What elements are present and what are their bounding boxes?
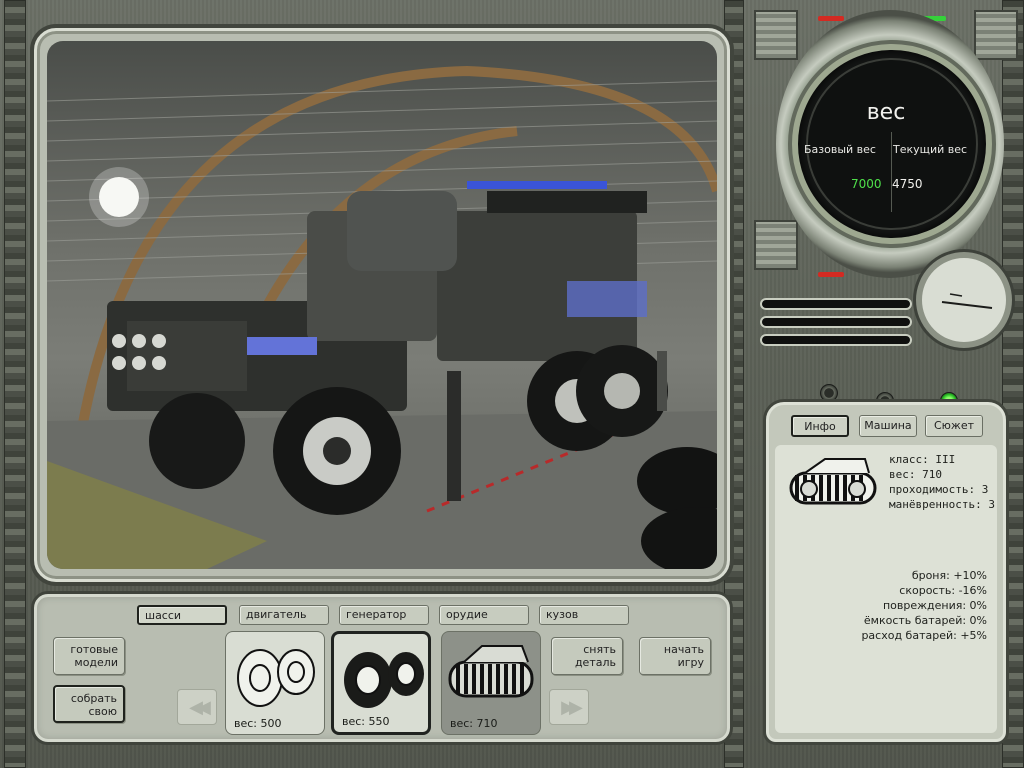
left-rail bbox=[4, 0, 26, 768]
current-weight-label: Текущий вес bbox=[893, 143, 968, 156]
info-panel: Инфо Машина Сюжет класс: III вес: 710 пр… bbox=[766, 402, 1006, 742]
tracks-icon bbox=[789, 458, 877, 505]
mod-battery-drain: расход батарей: +5% bbox=[861, 629, 987, 642]
tab-chassis[interactable]: шасси bbox=[137, 605, 227, 625]
tab-info[interactable]: Инфо bbox=[791, 415, 849, 437]
mod-damage: повреждения: 0% bbox=[882, 599, 987, 612]
tab-story[interactable]: Сюжет bbox=[925, 415, 983, 437]
scroll-left-button[interactable]: ◀◀ bbox=[177, 689, 217, 725]
weight-gauge-panel: вес Базовый вес Текущий вес 7000 4750 bbox=[748, 0, 1024, 288]
wheels-icon bbox=[237, 649, 315, 707]
scroll-right-button[interactable]: ▶▶ bbox=[549, 689, 589, 725]
game-screen: вес Базовый вес Текущий вес 7000 4750 Ин… bbox=[0, 0, 1024, 768]
current-weight-value: 4750 bbox=[892, 177, 923, 191]
vent-grille bbox=[754, 220, 798, 270]
button-label: снять bbox=[583, 643, 616, 656]
gauge-title: вес bbox=[866, 100, 906, 125]
part-weight: вес: 500 bbox=[234, 717, 282, 730]
button-label: модели bbox=[74, 656, 118, 669]
button-label: свою bbox=[88, 705, 117, 718]
spec-class: класс: III bbox=[889, 453, 956, 466]
vehicle-viewport bbox=[34, 28, 730, 582]
part-card[interactable]: вес: 500 bbox=[225, 631, 325, 735]
tab-engine[interactable]: двигатель bbox=[239, 605, 329, 625]
mod-speed: скорость: -16% bbox=[899, 584, 987, 597]
mod-armor: броня: +10% bbox=[911, 569, 987, 582]
vent-grille bbox=[974, 10, 1018, 60]
dial-needle-icon bbox=[941, 293, 993, 309]
part-card[interactable]: вес: 710 bbox=[441, 631, 541, 735]
speed-dial bbox=[916, 252, 1012, 348]
tracks-icon bbox=[448, 645, 534, 698]
mod-battery-capacity: ёмкость батарей: 0% bbox=[863, 614, 987, 627]
part-card-selected[interactable]: вес: 550 bbox=[331, 631, 431, 735]
start-game-button[interactable]: начать игру bbox=[639, 637, 711, 675]
button-label: игру bbox=[677, 656, 704, 669]
vent-grille bbox=[754, 10, 798, 60]
tire-wheels-icon bbox=[344, 652, 424, 708]
button-label: собрать bbox=[70, 692, 117, 705]
spec-weight: вес: 710 bbox=[889, 468, 942, 481]
tab-weapon[interactable]: орудие bbox=[439, 605, 529, 625]
energy-bar bbox=[760, 334, 912, 346]
tab-body[interactable]: кузов bbox=[539, 605, 629, 625]
part-weight: вес: 710 bbox=[450, 717, 498, 730]
vehicle-render bbox=[47, 65, 717, 569]
button-label: начать bbox=[663, 643, 704, 656]
button-label: деталь bbox=[574, 656, 616, 669]
build-own-button[interactable]: собрать свою bbox=[53, 685, 125, 723]
indicator-led-red bbox=[818, 16, 844, 21]
knob-icon[interactable] bbox=[820, 384, 838, 402]
rewind-icon: ◀◀ bbox=[189, 696, 211, 718]
info-content: класс: III вес: 710 проходимость: 3 манё… bbox=[775, 445, 997, 733]
garage-scene bbox=[47, 41, 717, 569]
fast-forward-icon: ▶▶ bbox=[561, 696, 583, 718]
part-weight: вес: 550 bbox=[342, 715, 390, 728]
spec-passability: проходимость: 3 bbox=[889, 483, 989, 496]
base-weight-value: 7000 bbox=[851, 177, 882, 191]
ready-models-button[interactable]: готовые модели bbox=[53, 637, 125, 675]
tab-generator[interactable]: генератор bbox=[339, 605, 429, 625]
part-selector-panel: шасси двигатель генератор орудие кузов г… bbox=[34, 594, 730, 742]
button-label: готовые bbox=[70, 643, 118, 656]
remove-part-button[interactable]: снять деталь bbox=[551, 637, 623, 675]
energy-bar bbox=[760, 316, 912, 328]
indicator-led-red bbox=[818, 272, 844, 277]
spec-maneuverability: манёвренность: 3 bbox=[889, 498, 995, 511]
base-weight-label: Базовый вес bbox=[804, 143, 876, 156]
gauge-divider bbox=[891, 132, 892, 212]
tab-vehicle[interactable]: Машина bbox=[859, 415, 917, 437]
energy-bar bbox=[760, 298, 912, 310]
